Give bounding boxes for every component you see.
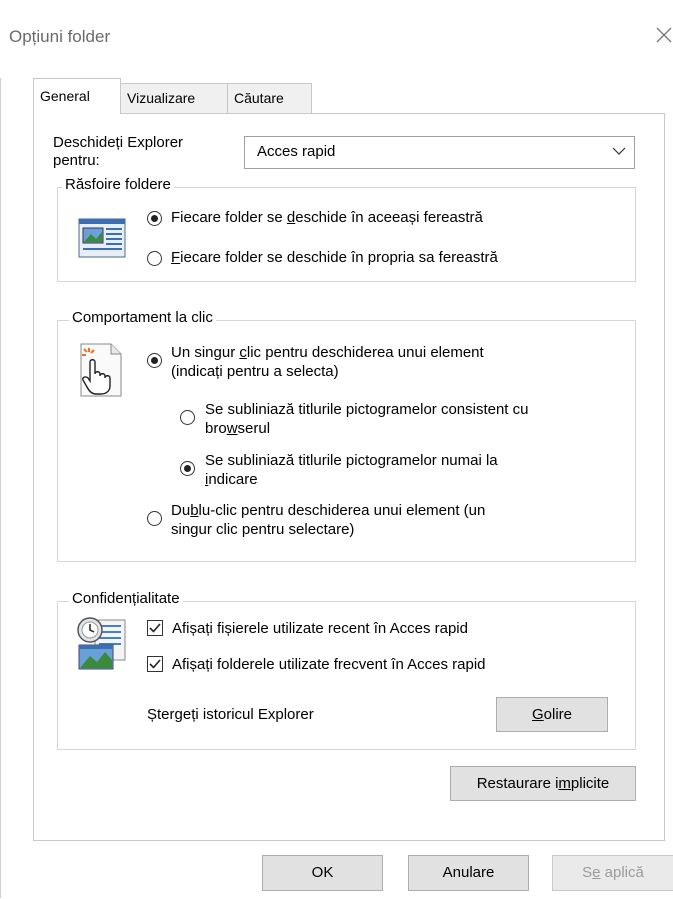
browse-folders-group [57,187,636,282]
single-click-label: Un singur clic pentru deschiderea unui e… [171,344,484,361]
underline-hover-label-line2: indicare [205,471,258,488]
clear-history-button[interactable]: Golire [496,697,608,732]
clear-history-label: Ștergeți istoricul Explorer [147,706,314,723]
checkbox-recent-files[interactable] [147,620,163,636]
chevron-down-icon[interactable] [612,142,626,160]
underline-consistent-label: Se subliniază titlurile pictogramelor co… [205,401,529,418]
radio-same-window[interactable] [147,211,162,226]
same-window-icon [78,218,126,262]
checkbox-frequent-folders[interactable] [147,656,163,672]
ok-button[interactable]: OK [262,855,383,891]
tab-general[interactable]: General [33,78,121,114]
apply-button[interactable]: Se aplică [552,855,673,891]
radio-single-click[interactable] [147,353,162,368]
radio-own-window[interactable] [147,251,162,266]
hand-pointer-icon [77,342,125,402]
radio-double-click[interactable] [147,511,162,526]
privacy-legend: Confidențialitate [69,590,183,607]
open-explorer-label-line2: pentru: [53,152,100,169]
tab-cautare[interactable]: Căutare [227,83,312,113]
underline-hover-label: Se subliniază titlurile pictogramelor nu… [205,452,498,469]
radio-underline-hover[interactable] [180,461,195,476]
single-click-label-line2: (indicați pentru a selecta) [171,363,339,380]
open-explorer-label: Deschideți Explorer [53,134,184,151]
tab-vizualizare[interactable]: Vizualizare [120,83,228,113]
open-explorer-value: Acces rapid [257,143,336,160]
privacy-clock-icon [75,612,129,676]
recent-files-label: Afișați fișierele utilizate recent în Ac… [172,620,468,637]
same-window-label: Fiecare folder se deschide în aceeași fe… [171,209,483,226]
radio-underline-consistent[interactable] [180,410,195,425]
close-icon[interactable] [652,22,673,48]
active-tab-gap [34,112,120,115]
own-window-label: Fiecare folder se deschide în propria sa… [171,249,498,266]
double-click-label-line2: singur clic pentru selectare) [171,521,355,538]
double-click-label: Dublu-clic pentru deschiderea unui eleme… [171,502,486,519]
underline-consistent-label-line2: browserul [205,420,271,437]
restore-defaults-button[interactable]: Restaurare implicite [450,766,636,801]
cancel-button[interactable]: Anulare [408,855,529,891]
browse-folders-legend: Răsfoire foldere [62,176,174,193]
window-title: Opțiuni folder [9,27,111,46]
click-behavior-legend: Comportament la clic [69,309,216,326]
frequent-folders-label: Afișați folderele utilizate frecvent în … [172,656,486,673]
